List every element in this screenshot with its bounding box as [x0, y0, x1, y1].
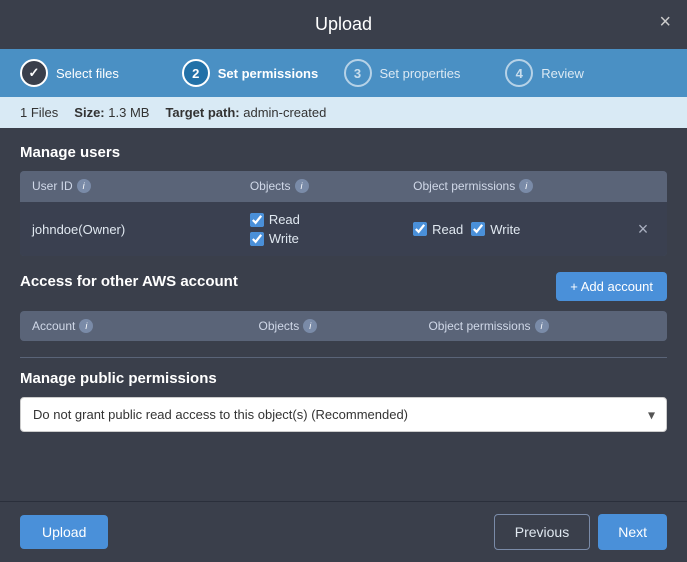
step-1: ✓ Select files: [20, 59, 182, 87]
account-info-icon[interactable]: i: [79, 319, 93, 333]
aws-objects-info-icon[interactable]: i: [303, 319, 317, 333]
aws-section: Access for other AWS account + Add accou…: [20, 272, 667, 341]
step-4-label: Review: [541, 66, 584, 81]
row-userid: johndoe(Owner): [32, 222, 250, 237]
step-2-circle: 2: [182, 59, 210, 87]
aws-table: Account i Objects i Object permissions i: [20, 311, 667, 341]
table-row: johndoe(Owner) Read Write Read: [20, 201, 667, 256]
header-objperm: Object permissions i: [413, 179, 631, 193]
step-2-label: Set permissions: [218, 66, 318, 81]
row-objperm: Read Write: [413, 222, 631, 237]
step-3-label: Set properties: [380, 66, 461, 81]
step-1-label: Select files: [56, 66, 119, 81]
target-path: Target path: admin-created: [165, 105, 326, 120]
objects-info-icon[interactable]: i: [295, 179, 309, 193]
modal-header: Upload ×: [0, 0, 687, 49]
public-permissions-section: Manage public permissions Do not grant p…: [20, 370, 667, 432]
aws-header-objperm: Object permissions i: [428, 319, 655, 333]
upload-button[interactable]: Upload: [20, 515, 108, 549]
info-bar: 1 Files Size: 1.3 MB Target path: admin-…: [0, 97, 687, 128]
divider: [20, 357, 667, 358]
aws-header-objects: Objects i: [259, 319, 429, 333]
public-permissions-select[interactable]: Do not grant public read access to this …: [20, 397, 667, 432]
header-action: [631, 179, 655, 193]
aws-header: Access for other AWS account + Add accou…: [20, 272, 667, 301]
header-userid: User ID i: [32, 179, 250, 193]
step-4[interactable]: 4 Review: [505, 59, 667, 87]
nav-buttons: Previous Next: [494, 514, 667, 550]
userid-info-icon[interactable]: i: [77, 179, 91, 193]
row-objects: Read Write: [250, 212, 413, 246]
row-action: ×: [631, 220, 655, 238]
aws-section-title: Access for other AWS account: [20, 273, 238, 290]
step-2[interactable]: 2 Set permissions: [182, 59, 344, 87]
modal-footer: Upload Previous Next: [0, 501, 687, 562]
step-4-circle: 4: [505, 59, 533, 87]
public-permissions-select-wrapper: Do not grant public read access to this …: [20, 397, 667, 432]
previous-button[interactable]: Previous: [494, 514, 590, 550]
objperm-write-checkbox[interactable]: Write: [471, 222, 520, 237]
objperm-read-checkbox[interactable]: Read: [413, 222, 463, 237]
steps-bar: ✓ Select files 2 Set permissions 3 Set p…: [0, 49, 687, 97]
step-1-circle: ✓: [20, 59, 48, 87]
files-count: 1 Files: [20, 105, 58, 120]
aws-objperm-info-icon[interactable]: i: [535, 319, 549, 333]
objects-write-checkbox[interactable]: Write: [250, 231, 413, 246]
remove-user-button[interactable]: ×: [638, 220, 649, 238]
next-button[interactable]: Next: [598, 514, 667, 550]
aws-table-header: Account i Objects i Object permissions i: [20, 311, 667, 341]
step-3-circle: 3: [344, 59, 372, 87]
users-table: User ID i Objects i Object permissions i…: [20, 171, 667, 256]
objperm-info-icon[interactable]: i: [519, 179, 533, 193]
objects-read-checkbox[interactable]: Read: [250, 212, 413, 227]
modal-title: Upload: [315, 14, 372, 35]
step-3[interactable]: 3 Set properties: [344, 59, 506, 87]
aws-header-account: Account i: [32, 319, 259, 333]
public-permissions-title: Manage public permissions: [20, 370, 667, 387]
users-table-header: User ID i Objects i Object permissions i: [20, 171, 667, 201]
header-objects: Objects i: [250, 179, 413, 193]
upload-modal: Upload × ✓ Select files 2 Set permission…: [0, 0, 687, 562]
manage-users-title: Manage users: [20, 144, 667, 161]
add-account-button[interactable]: + Add account: [556, 272, 667, 301]
close-button[interactable]: ×: [659, 12, 671, 32]
modal-content: Manage users User ID i Objects i Object …: [0, 128, 687, 501]
size-info: Size: 1.3 MB: [74, 105, 149, 120]
